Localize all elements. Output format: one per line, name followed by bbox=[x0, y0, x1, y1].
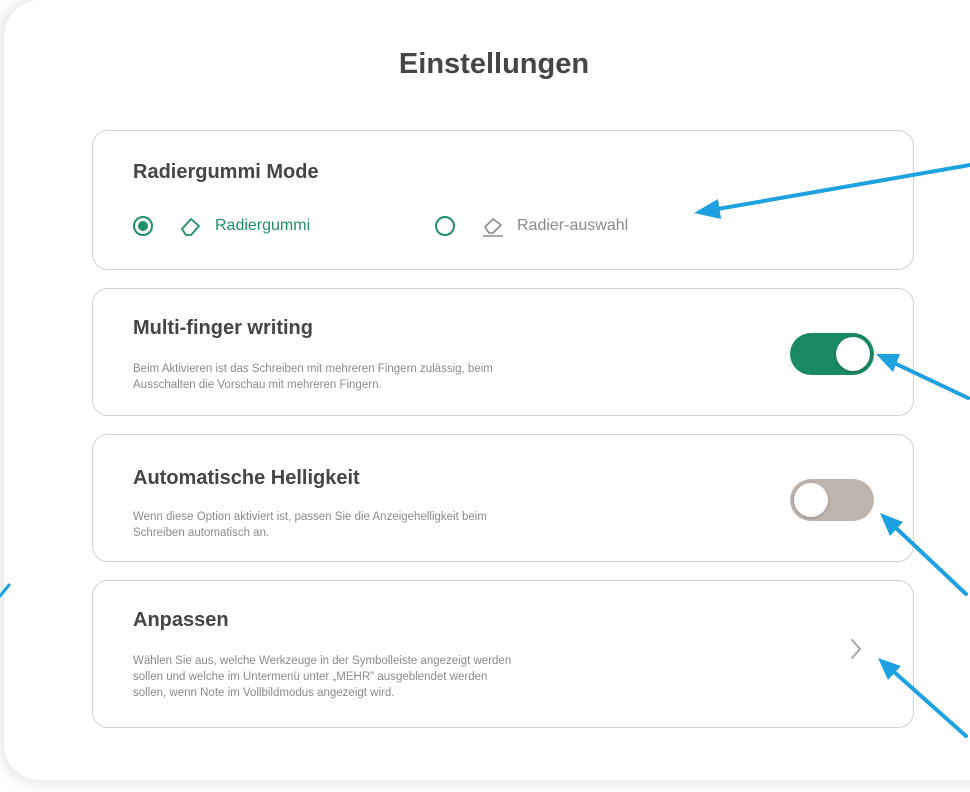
eraser-mode-title: Radiergummi Mode bbox=[133, 161, 319, 183]
customize-card[interactable]: Anpassen Wählen Sie aus, welche Werkzeug… bbox=[92, 580, 914, 728]
auto-brightness-title: Automatische Helligkeit bbox=[133, 467, 360, 489]
dialog-title: Einstellungen bbox=[398, 48, 590, 80]
multi-finger-description: Beim Aktivieren ist das Schreiben mit me… bbox=[133, 363, 493, 391]
radio-button-unselected[interactable] bbox=[435, 216, 455, 236]
eraser-option-radiergummi[interactable]: Radiergummi bbox=[133, 215, 310, 237]
settings-dialog: Einstellungen Radiergummi Mode Radiergum… bbox=[4, 0, 970, 780]
toggle-knob bbox=[794, 483, 828, 517]
eraser-option-radier-auswahl[interactable]: Radier-auswahl bbox=[435, 215, 628, 237]
auto-brightness-description: Wenn diese Option aktiviert ist, passen … bbox=[133, 511, 487, 539]
customize-description: Wählen Sie aus, welche Werkzeuge in der … bbox=[133, 655, 512, 699]
eraser-selection-icon bbox=[483, 218, 503, 237]
multi-finger-card: Multi-finger writing Beim Aktivieren ist… bbox=[92, 288, 914, 416]
radio-button-selected[interactable] bbox=[133, 216, 153, 236]
multi-finger-toggle[interactable] bbox=[790, 333, 874, 375]
auto-brightness-card: Automatische Helligkeit Wenn diese Optio… bbox=[92, 434, 914, 562]
auto-brightness-toggle[interactable] bbox=[790, 479, 874, 521]
eraser-option-label: Radiergummi bbox=[215, 217, 311, 234]
eraser-option-label: Radier-auswahl bbox=[517, 217, 629, 234]
eraser-mode-card: Radiergummi Mode Radiergummi Radier-ausw… bbox=[92, 130, 914, 270]
multi-finger-title: Multi-finger writing bbox=[133, 317, 313, 339]
customize-title: Anpassen bbox=[133, 609, 229, 631]
eraser-icon bbox=[181, 218, 200, 236]
chevron-right-icon[interactable] bbox=[849, 637, 863, 661]
toggle-knob bbox=[836, 337, 870, 371]
